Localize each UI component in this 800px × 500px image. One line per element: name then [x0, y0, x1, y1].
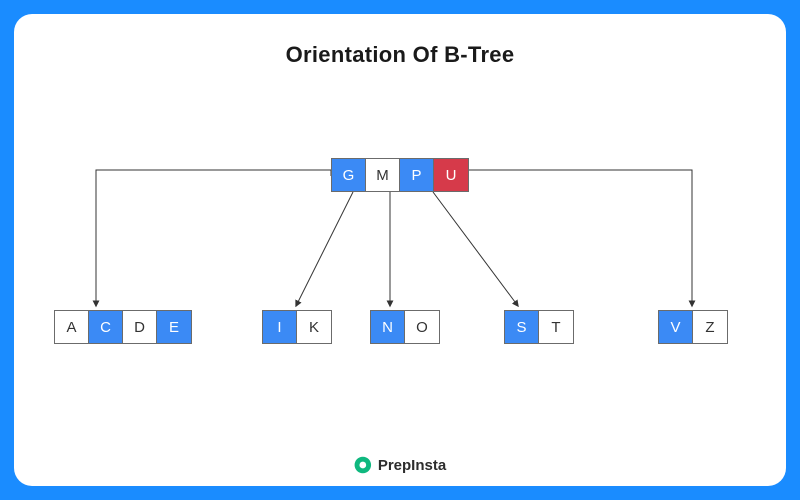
diagram-title: Orientation Of B-Tree: [38, 42, 762, 68]
edges-svg: [38, 74, 762, 434]
root-key-3: U: [434, 159, 468, 191]
brand-footer: PrepInsta: [354, 456, 446, 474]
c2-key-1: O: [405, 311, 439, 343]
c1-key-1: K: [297, 311, 331, 343]
c3-key-0: S: [505, 311, 539, 343]
c1-key-0: I: [263, 311, 297, 343]
c0-key-1: C: [89, 311, 123, 343]
child-node-4: V Z: [658, 310, 728, 344]
child-node-1: I K: [262, 310, 332, 344]
child-node-0: A C D E: [54, 310, 192, 344]
root-key-2: P: [400, 159, 434, 191]
brand-logo-icon: [354, 456, 372, 474]
root-key-1: M: [366, 159, 400, 191]
root-key-0: G: [332, 159, 366, 191]
brand-name: PrepInsta: [378, 457, 446, 474]
edge-to-child-3: [433, 192, 518, 306]
child-node-3: S T: [504, 310, 574, 344]
diagram-card: Orientation Of B-Tree: [14, 14, 786, 486]
c2-key-0: N: [371, 311, 405, 343]
diagram-stage: G M P U A C D E I K N O S T V: [38, 74, 762, 434]
c4-key-0: V: [659, 311, 693, 343]
c0-key-0: A: [55, 311, 89, 343]
edge-to-child-1: [296, 192, 353, 306]
c0-key-2: D: [123, 311, 157, 343]
edge-to-child-4: [468, 170, 692, 306]
c0-key-3: E: [157, 311, 191, 343]
edge-to-child-0: [96, 170, 331, 306]
c4-key-1: Z: [693, 311, 727, 343]
child-node-2: N O: [370, 310, 440, 344]
root-node: G M P U: [331, 158, 469, 192]
c3-key-1: T: [539, 311, 573, 343]
